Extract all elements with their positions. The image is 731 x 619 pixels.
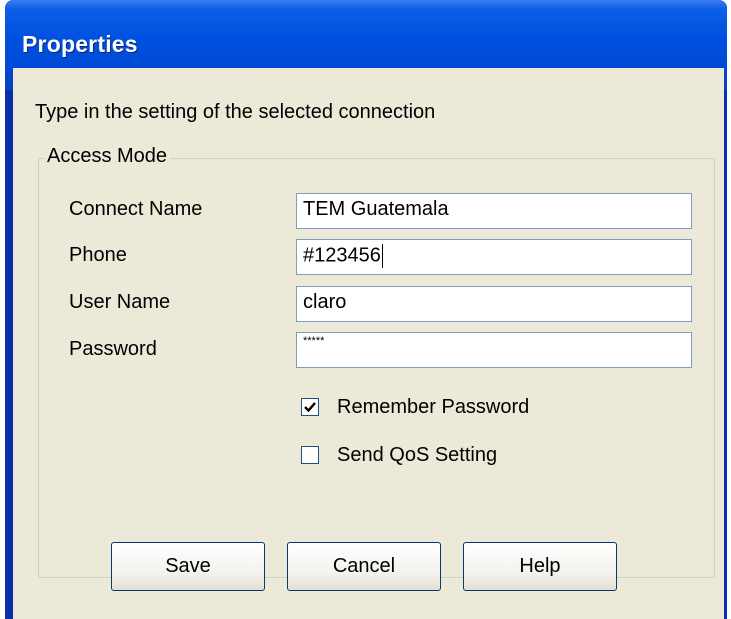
phone-label: Phone (69, 244, 127, 266)
user-name-label: User Name (69, 291, 171, 313)
checkmark-icon (304, 402, 316, 413)
phone-input[interactable]: #123456 (296, 239, 692, 275)
instruction-text: Type in the setting of the selected conn… (35, 101, 436, 123)
password-input[interactable]: ***** (296, 332, 692, 368)
connect-name-input[interactable]: TEM Guatemala (296, 193, 692, 229)
send-qos-setting-checkbox[interactable] (301, 446, 319, 464)
window-title: Properties (22, 31, 138, 57)
remember-password-label: Remember Password (337, 395, 530, 418)
dialog-body: Type in the setting of the selected conn… (13, 68, 724, 619)
text-cursor (381, 244, 383, 268)
send-qos-setting-label: Send QoS Setting (337, 443, 498, 466)
connect-name-label: Connect Name (69, 198, 203, 220)
access-mode-group-title: Access Mode (44, 145, 171, 168)
cancel-button[interactable]: Cancel (287, 542, 441, 591)
properties-window: Properties Type in the setting of the se… (5, 0, 727, 619)
help-button[interactable]: Help (463, 542, 617, 591)
save-button[interactable]: Save (111, 542, 265, 591)
user-name-input[interactable]: claro (296, 286, 692, 322)
remember-password-checkbox[interactable] (301, 398, 319, 416)
password-label: Password (69, 338, 157, 360)
send-qos-setting-row[interactable]: Send QoS Setting (301, 442, 497, 468)
remember-password-row[interactable]: Remember Password (301, 394, 529, 420)
phone-value: #123456 (303, 244, 381, 267)
